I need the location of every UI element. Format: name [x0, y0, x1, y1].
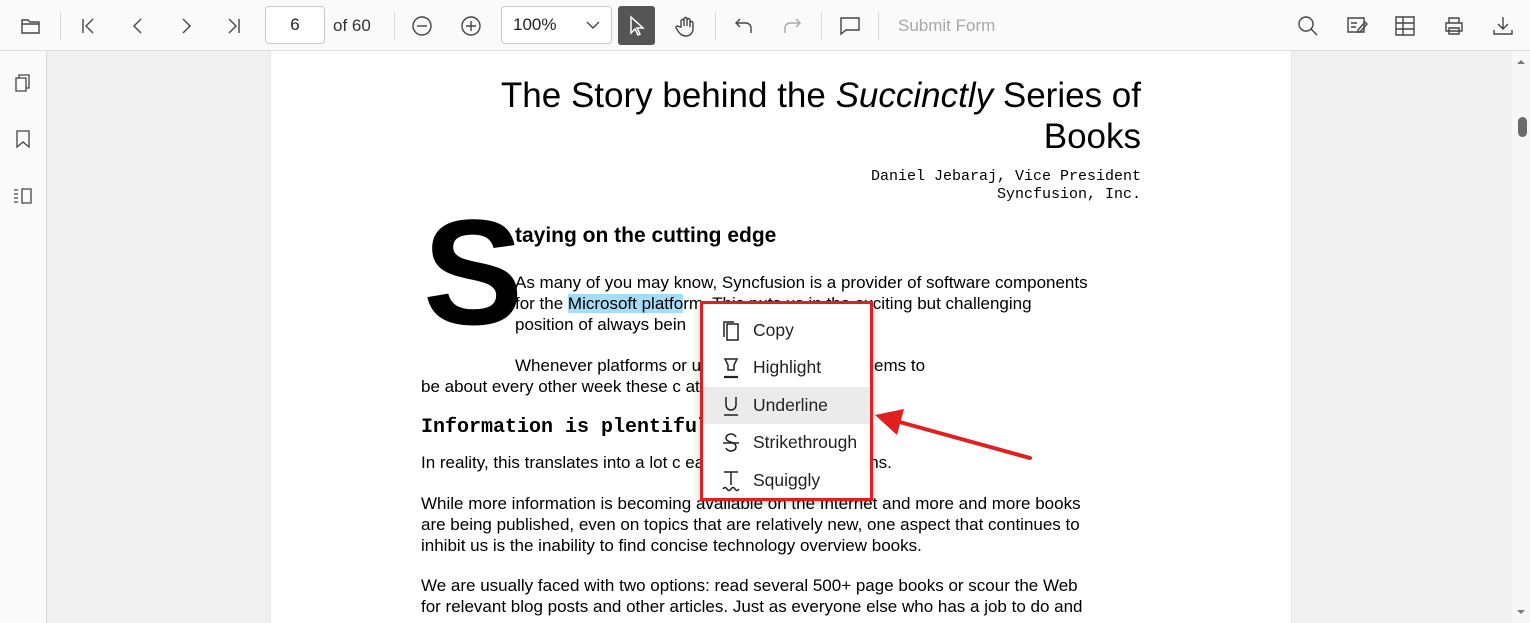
- strikethrough-icon: [720, 432, 742, 454]
- zoom-value: 100%: [513, 15, 557, 34]
- menu-item-copy[interactable]: Copy: [703, 312, 870, 349]
- text-select-tool-button[interactable]: [618, 6, 655, 45]
- bookmark-icon[interactable]: [12, 128, 34, 150]
- main-toolbar: 6 of 60 100% Submit Form: [0, 0, 1530, 51]
- page-total-label: of 60: [333, 16, 371, 35]
- vertical-scrollbar[interactable]: [1512, 51, 1530, 623]
- toolbar-divider: [60, 12, 61, 40]
- undo-icon[interactable]: [732, 0, 756, 51]
- highlight-icon: [720, 357, 742, 379]
- menu-item-strikethrough[interactable]: Strikethrough: [703, 424, 870, 461]
- menu-item-label: Strikethrough: [753, 432, 858, 452]
- paragraph-line: position of always bein: [515, 315, 687, 334]
- zoom-out-icon[interactable]: [410, 0, 434, 51]
- comment-icon[interactable]: [838, 0, 862, 51]
- menu-item-underline[interactable]: Underline: [703, 387, 870, 424]
- open-file-icon[interactable]: [18, 0, 44, 51]
- redo-icon[interactable]: [780, 0, 804, 51]
- paragraph-line: As many of you may know, Syncfusion is a…: [515, 273, 1088, 292]
- copy-icon: [720, 320, 742, 342]
- author-block: Daniel Jebaraj, Vice President Syncfusio…: [871, 168, 1141, 204]
- menu-item-label: Squiggly: [753, 470, 821, 490]
- page-title: The Story behind the Succinctly Series o…: [381, 75, 1141, 157]
- chevron-down-icon: [585, 18, 601, 37]
- form-designer-icon[interactable]: [1393, 0, 1417, 51]
- scrollbar-thumb[interactable]: [1518, 117, 1527, 137]
- scroll-down-icon[interactable]: [1512, 605, 1530, 619]
- title-italic-text: Succinctly: [835, 76, 994, 115]
- first-page-icon[interactable]: [76, 0, 100, 51]
- menu-item-squiggly[interactable]: Squiggly: [703, 462, 870, 499]
- drop-cap: S: [423, 188, 524, 356]
- page-thumbnails-icon[interactable]: [12, 72, 34, 94]
- download-icon[interactable]: [1491, 0, 1515, 51]
- scroll-up-icon[interactable]: [1512, 55, 1530, 69]
- toolbar-divider: [394, 12, 395, 40]
- title-text: The Story behind the: [500, 76, 836, 115]
- next-page-icon[interactable]: [174, 0, 198, 51]
- toolbar-divider: [878, 12, 879, 40]
- menu-item-label: Copy: [753, 320, 794, 340]
- title-text: Series of: [993, 76, 1141, 115]
- author-name: Daniel Jebaraj, Vice President: [870, 168, 1141, 185]
- selected-text[interactable]: Microsoft platfo: [567, 294, 684, 313]
- zoom-in-icon[interactable]: [459, 0, 483, 51]
- toolbar-divider: [821, 12, 822, 40]
- author-company: Syncfusion, Inc.: [996, 186, 1141, 203]
- pan-hand-icon[interactable]: [674, 0, 698, 51]
- toolbar-divider: [715, 12, 716, 40]
- navigation-sidebar: [0, 51, 47, 623]
- text-run: for the: [515, 294, 568, 313]
- menu-item-label: Underline: [753, 395, 828, 415]
- search-icon[interactable]: [1296, 0, 1320, 51]
- previous-page-icon[interactable]: [126, 0, 150, 51]
- annotation-edit-icon[interactable]: [1345, 0, 1369, 51]
- zoom-dropdown[interactable]: 100%: [501, 6, 612, 44]
- text-markup-context-menu: Copy Highlight Underline Strikethrough S…: [700, 301, 873, 501]
- menu-item-highlight[interactable]: Highlight: [703, 349, 870, 386]
- title-text: Books: [1043, 117, 1141, 156]
- submit-form-button[interactable]: Submit Form: [898, 0, 995, 51]
- paragraph-line: are being published, even on topics that…: [421, 515, 1080, 534]
- squiggly-icon: [720, 470, 742, 492]
- paragraph-line: for relevant blog posts and other articl…: [421, 597, 1083, 616]
- organize-pages-icon[interactable]: [12, 185, 34, 207]
- paragraph-line: We are usually faced with two options: r…: [421, 576, 1078, 595]
- print-icon[interactable]: [1442, 0, 1466, 51]
- last-page-icon[interactable]: [222, 0, 246, 51]
- page-number-input[interactable]: 6: [265, 6, 325, 44]
- paragraph-line: inhibit us is the inability to find conc…: [421, 536, 922, 555]
- underline-icon: [720, 395, 742, 417]
- menu-item-label: Highlight: [753, 357, 822, 377]
- section-heading: taying on the cutting edge: [515, 224, 777, 247]
